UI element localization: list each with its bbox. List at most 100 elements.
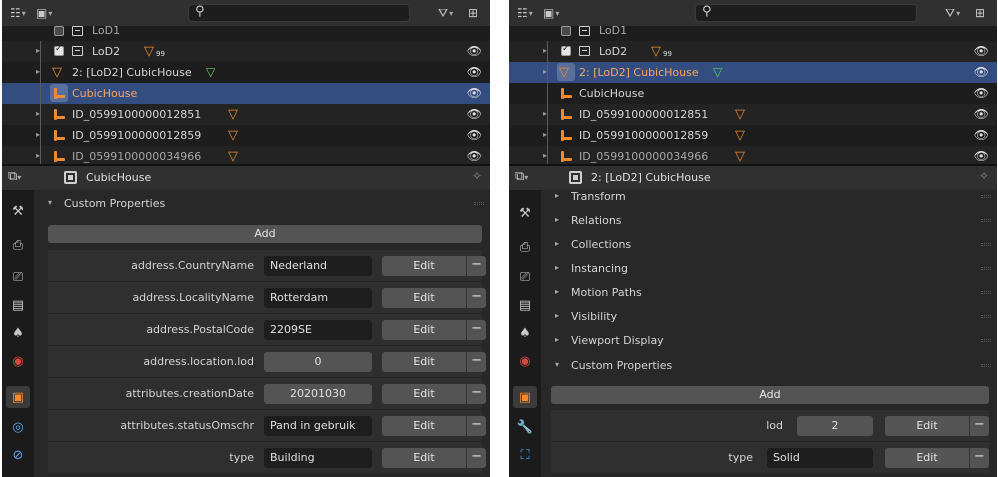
- custom-properties-panel-header[interactable]: ▾ Custom Properties: [34, 192, 490, 216]
- output-tab-icon[interactable]: ⎚: [513, 266, 537, 288]
- panel-header-viewport-display[interactable]: ▸ Viewport Display: [541, 329, 997, 353]
- eye-icon[interactable]: 👁: [974, 128, 989, 142]
- collection-checkbox[interactable]: [561, 44, 571, 56]
- outliner-search-input[interactable]: ⚲: [188, 4, 410, 22]
- tool-tab-icon[interactable]: ⚒: [6, 200, 30, 222]
- outliner-row-cubichouse[interactable]: CubicHouse 👁: [2, 83, 490, 104]
- edit-property-button[interactable]: Edit: [382, 288, 466, 308]
- remove-property-button[interactable]: −: [466, 416, 486, 436]
- collection-checkbox[interactable]: [54, 44, 64, 56]
- add-property-button[interactable]: Add: [551, 386, 989, 404]
- collection-checkbox[interactable]: [561, 26, 571, 36]
- eye-icon[interactable]: 👁: [974, 149, 989, 163]
- output-tab-icon[interactable]: ⎚: [6, 266, 30, 288]
- outliner-row-lod2-cubichouse[interactable]: ▸ ▽ 2: [LoD2] CubicHouse ▽ 👁: [509, 62, 997, 83]
- outliner-row-id-34966[interactable]: ▸ ID_0599100000034966 ▽ 👁: [2, 146, 490, 164]
- expand-arrow-icon[interactable]: ▸: [36, 67, 40, 76]
- drag-grip-icon[interactable]: [981, 339, 991, 342]
- outliner-row-lod1[interactable]: LoD1: [2, 26, 490, 41]
- pin-icon[interactable]: ✧: [979, 169, 989, 183]
- expand-arrow-icon[interactable]: ▸: [36, 151, 40, 160]
- eye-icon[interactable]: 👁: [467, 44, 482, 58]
- constraints-tab-icon[interactable]: ⊘: [6, 444, 30, 466]
- drag-grip-icon[interactable]: [981, 195, 991, 198]
- drag-grip-icon[interactable]: [981, 243, 991, 246]
- edit-property-button[interactable]: Edit: [382, 320, 466, 340]
- outliner-row-id-12859[interactable]: ▸ ID_0599100000012859 ▽ 👁: [2, 125, 490, 146]
- scene-tab-icon[interactable]: ♠: [6, 322, 30, 344]
- expand-arrow-icon[interactable]: ▸: [36, 130, 40, 139]
- drag-grip-icon[interactable]: [981, 364, 991, 367]
- tool-tab-icon[interactable]: ⚒: [513, 202, 537, 224]
- eye-icon[interactable]: 👁: [467, 65, 482, 79]
- eye-icon[interactable]: 👁: [974, 65, 989, 79]
- render-tab-icon[interactable]: ⎙: [513, 236, 537, 258]
- object-tab-icon[interactable]: ▣: [513, 386, 537, 408]
- expand-arrow-icon[interactable]: ▸: [543, 130, 547, 139]
- panel-header-collections[interactable]: ▸ Collections: [541, 233, 997, 257]
- render-tab-icon[interactable]: ⎙: [6, 234, 30, 256]
- outliner-row-cubichouse[interactable]: CubicHouse 👁: [509, 83, 997, 104]
- modifier-tab-icon[interactable]: 🔧: [513, 416, 537, 438]
- property-value-field[interactable]: Nederland: [264, 256, 372, 276]
- eye-icon[interactable]: 👁: [974, 86, 989, 100]
- eye-icon[interactable]: 👁: [974, 44, 989, 58]
- property-value-field[interactable]: 0: [264, 352, 372, 372]
- world-tab-icon[interactable]: ◉: [513, 350, 537, 372]
- drag-grip-icon[interactable]: [981, 219, 991, 222]
- property-value-field[interactable]: Solid: [767, 448, 873, 468]
- add-property-button[interactable]: Add: [48, 225, 482, 243]
- drag-grip-icon[interactable]: [474, 202, 484, 205]
- filter-icon[interactable]: ⛛ ▾: [945, 5, 960, 21]
- scene-tab-icon[interactable]: ♠: [513, 322, 537, 344]
- expand-arrow-icon[interactable]: ▸: [543, 109, 547, 118]
- property-value-field[interactable]: 2209SE: [264, 320, 372, 340]
- custom-properties-panel-header[interactable]: ▾ Custom Properties: [541, 354, 997, 378]
- drag-grip-icon[interactable]: [981, 291, 991, 294]
- world-tab-icon[interactable]: ◉: [6, 350, 30, 372]
- remove-property-button[interactable]: −: [969, 416, 989, 436]
- expand-arrow-icon[interactable]: ▸: [543, 46, 547, 55]
- edit-property-button[interactable]: Edit: [885, 448, 969, 468]
- remove-property-button[interactable]: −: [466, 448, 486, 468]
- physics-tab-icon[interactable]: ◎: [6, 416, 30, 438]
- particles-tab-icon[interactable]: ⛶: [513, 444, 537, 466]
- eye-icon[interactable]: 👁: [974, 107, 989, 121]
- remove-property-button[interactable]: −: [466, 352, 486, 372]
- properties-editor-type-icon[interactable]: ⧉▾: [8, 169, 21, 184]
- properties-editor-type-icon[interactable]: ⧉▾: [515, 169, 528, 184]
- property-value-field[interactable]: 20201030: [264, 384, 372, 404]
- panel-header-relations[interactable]: ▸ Relations: [541, 209, 997, 233]
- filter-icon[interactable]: ⛛ ▾: [438, 5, 453, 21]
- panel-header-motion-paths[interactable]: ▸ Motion Paths: [541, 281, 997, 305]
- outliner-row-id-12851[interactable]: ▸ ID_0599100000012851 ▽ 👁: [2, 104, 490, 125]
- collection-checkbox[interactable]: [54, 26, 64, 36]
- display-mode-icon[interactable]: ▣ ▾: [543, 5, 559, 21]
- edit-property-button[interactable]: Edit: [885, 416, 969, 436]
- eye-icon[interactable]: 👁: [467, 86, 482, 100]
- new-collection-icon[interactable]: ⊞: [468, 5, 478, 21]
- object-tab-icon[interactable]: ▣: [6, 386, 30, 408]
- remove-property-button[interactable]: −: [466, 288, 486, 308]
- edit-property-button[interactable]: Edit: [382, 448, 466, 468]
- property-value-field[interactable]: Rotterdam: [264, 288, 372, 308]
- outliner-row-lod1[interactable]: LoD1: [509, 26, 997, 41]
- expand-arrow-icon[interactable]: ▸: [36, 46, 40, 55]
- outliner-row-id-12851[interactable]: ▸ ID_0599100000012851 ▽ 👁: [509, 104, 997, 125]
- outliner-row-id-34966[interactable]: ▸ ID_0599100000034966 ▽ 👁: [509, 146, 997, 164]
- outliner-row-id-12859[interactable]: ▸ ID_0599100000012859 ▽ 👁: [509, 125, 997, 146]
- outliner-row-lod2[interactable]: ▸ LoD2 ▽ 99 👁: [2, 41, 490, 62]
- expand-arrow-icon[interactable]: ▸: [543, 67, 547, 76]
- expand-arrow-icon[interactable]: ▸: [36, 109, 40, 118]
- eye-icon[interactable]: 👁: [467, 107, 482, 121]
- drag-grip-icon[interactable]: [981, 315, 991, 318]
- outliner-editor-type-icon[interactable]: ☷ ▾: [517, 5, 533, 21]
- property-value-field[interactable]: 2: [797, 416, 873, 436]
- panel-header-transform[interactable]: ▸ Transform: [541, 185, 997, 209]
- panel-header-visibility[interactable]: ▸ Visibility: [541, 305, 997, 329]
- remove-property-button[interactable]: −: [466, 256, 486, 276]
- remove-property-button[interactable]: −: [969, 448, 989, 468]
- outliner-editor-type-icon[interactable]: ☷ ▾: [10, 5, 26, 21]
- pin-icon[interactable]: ✧: [472, 169, 482, 183]
- drag-grip-icon[interactable]: [981, 267, 991, 270]
